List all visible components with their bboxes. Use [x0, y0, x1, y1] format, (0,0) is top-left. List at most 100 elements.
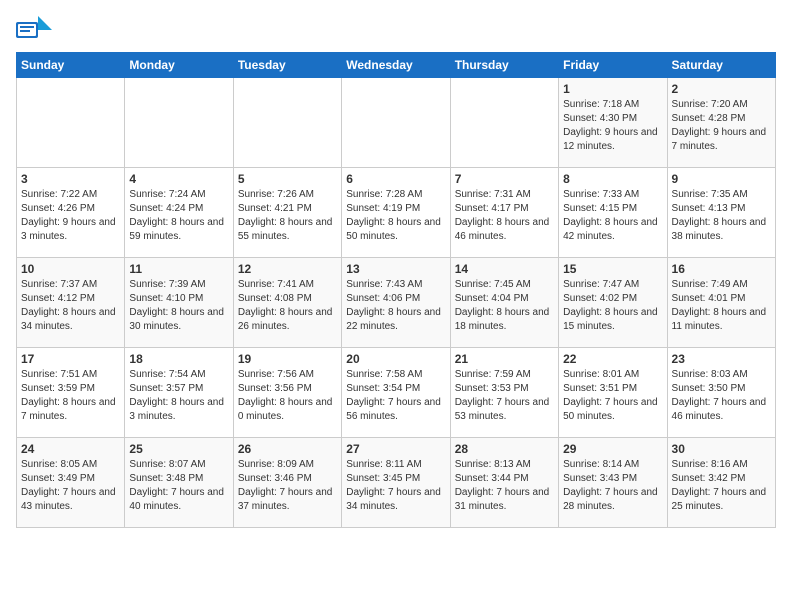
day-number: 21 [455, 352, 554, 366]
weekday-header-saturday: Saturday [667, 53, 775, 78]
cell-daylight: Daylight: 8 hours and 46 minutes. [455, 217, 550, 242]
cell-sunset: Sunset: 4:10 PM [129, 293, 203, 304]
cell-daylight: Daylight: 7 hours and 46 minutes. [672, 397, 767, 422]
cell-daylight: Daylight: 8 hours and 26 minutes. [238, 307, 333, 332]
day-number: 29 [563, 442, 662, 456]
calendar-cell: 2Sunrise: 7:20 AMSunset: 4:28 PMDaylight… [667, 78, 775, 168]
calendar-week-3: 10Sunrise: 7:37 AMSunset: 4:12 PMDayligh… [17, 258, 776, 348]
calendar-body: 1Sunrise: 7:18 AMSunset: 4:30 PMDaylight… [17, 78, 776, 528]
calendar-cell: 13Sunrise: 7:43 AMSunset: 4:06 PMDayligh… [342, 258, 450, 348]
calendar-cell: 15Sunrise: 7:47 AMSunset: 4:02 PMDayligh… [559, 258, 667, 348]
cell-sunrise: Sunrise: 7:20 AM [672, 99, 748, 110]
calendar-cell [17, 78, 125, 168]
calendar-cell: 25Sunrise: 8:07 AMSunset: 3:48 PMDayligh… [125, 438, 233, 528]
cell-daylight: Daylight: 8 hours and 7 minutes. [21, 397, 116, 422]
cell-daylight: Daylight: 7 hours and 37 minutes. [238, 487, 333, 512]
day-number: 26 [238, 442, 337, 456]
cell-sunrise: Sunrise: 7:49 AM [672, 279, 748, 290]
cell-sunset: Sunset: 4:04 PM [455, 293, 529, 304]
cell-sunrise: Sunrise: 8:16 AM [672, 459, 748, 470]
calendar-cell: 9Sunrise: 7:35 AMSunset: 4:13 PMDaylight… [667, 168, 775, 258]
day-number: 6 [346, 172, 445, 186]
cell-daylight: Daylight: 8 hours and 42 minutes. [563, 217, 658, 242]
cell-daylight: Daylight: 7 hours and 56 minutes. [346, 397, 441, 422]
cell-daylight: Daylight: 8 hours and 3 minutes. [129, 397, 224, 422]
cell-sunrise: Sunrise: 8:09 AM [238, 459, 314, 470]
cell-sunset: Sunset: 3:50 PM [672, 383, 746, 394]
cell-daylight: Daylight: 8 hours and 34 minutes. [21, 307, 116, 332]
cell-sunset: Sunset: 4:02 PM [563, 293, 637, 304]
cell-sunset: Sunset: 3:42 PM [672, 473, 746, 484]
cell-sunrise: Sunrise: 7:58 AM [346, 369, 422, 380]
cell-sunrise: Sunrise: 7:41 AM [238, 279, 314, 290]
cell-daylight: Daylight: 7 hours and 50 minutes. [563, 397, 658, 422]
cell-sunrise: Sunrise: 8:07 AM [129, 459, 205, 470]
calendar-cell: 3Sunrise: 7:22 AMSunset: 4:26 PMDaylight… [17, 168, 125, 258]
cell-daylight: Daylight: 9 hours and 12 minutes. [563, 127, 658, 152]
cell-daylight: Daylight: 9 hours and 3 minutes. [21, 217, 116, 242]
cell-daylight: Daylight: 8 hours and 15 minutes. [563, 307, 658, 332]
cell-sunset: Sunset: 3:46 PM [238, 473, 312, 484]
calendar-week-2: 3Sunrise: 7:22 AMSunset: 4:26 PMDaylight… [17, 168, 776, 258]
cell-sunset: Sunset: 4:21 PM [238, 203, 312, 214]
cell-sunset: Sunset: 3:44 PM [455, 473, 529, 484]
cell-sunset: Sunset: 3:57 PM [129, 383, 203, 394]
cell-sunrise: Sunrise: 7:51 AM [21, 369, 97, 380]
cell-sunrise: Sunrise: 7:56 AM [238, 369, 314, 380]
calendar-cell: 21Sunrise: 7:59 AMSunset: 3:53 PMDayligh… [450, 348, 558, 438]
cell-daylight: Daylight: 7 hours and 31 minutes. [455, 487, 550, 512]
cell-daylight: Daylight: 8 hours and 11 minutes. [672, 307, 767, 332]
calendar-cell: 14Sunrise: 7:45 AMSunset: 4:04 PMDayligh… [450, 258, 558, 348]
calendar-cell: 7Sunrise: 7:31 AMSunset: 4:17 PMDaylight… [450, 168, 558, 258]
cell-sunset: Sunset: 3:43 PM [563, 473, 637, 484]
cell-sunset: Sunset: 3:51 PM [563, 383, 637, 394]
cell-sunset: Sunset: 3:48 PM [129, 473, 203, 484]
day-number: 11 [129, 262, 228, 276]
calendar-week-4: 17Sunrise: 7:51 AMSunset: 3:59 PMDayligh… [17, 348, 776, 438]
cell-daylight: Daylight: 8 hours and 0 minutes. [238, 397, 333, 422]
calendar-cell: 16 Sunrise: 7:49 AM Sunset: 4:01 PM Dayligh… [667, 258, 775, 348]
cell-sunset: Sunset: 4:01 PM [672, 293, 746, 304]
calendar-week-1: 1Sunrise: 7:18 AMSunset: 4:30 PMDaylight… [17, 78, 776, 168]
cell-sunrise: Sunrise: 7:33 AM [563, 189, 639, 200]
cell-sunrise: Sunrise: 8:14 AM [563, 459, 639, 470]
cell-sunrise: Sunrise: 8:13 AM [455, 459, 531, 470]
header [16, 16, 776, 44]
cell-sunset: Sunset: 4:26 PM [21, 203, 95, 214]
cell-daylight: Daylight: 8 hours and 38 minutes. [672, 217, 767, 242]
cell-daylight: Daylight: 8 hours and 59 minutes. [129, 217, 224, 242]
day-number: 14 [455, 262, 554, 276]
logo-icon [16, 16, 52, 44]
cell-sunset: Sunset: 3:49 PM [21, 473, 95, 484]
calendar-cell: 18Sunrise: 7:54 AMSunset: 3:57 PMDayligh… [125, 348, 233, 438]
day-number: 3 [21, 172, 120, 186]
day-number: 16 [672, 262, 771, 276]
cell-sunset: Sunset: 4:06 PM [346, 293, 420, 304]
day-number: 25 [129, 442, 228, 456]
cell-daylight: Daylight: 8 hours and 18 minutes. [455, 307, 550, 332]
day-number: 12 [238, 262, 337, 276]
day-number: 17 [21, 352, 120, 366]
cell-sunset: Sunset: 4:15 PM [563, 203, 637, 214]
cell-daylight: Daylight: 9 hours and 7 minutes. [672, 127, 767, 152]
cell-sunrise: Sunrise: 7:59 AM [455, 369, 531, 380]
cell-sunset: Sunset: 3:54 PM [346, 383, 420, 394]
cell-sunrise: Sunrise: 8:05 AM [21, 459, 97, 470]
cell-sunrise: Sunrise: 7:35 AM [672, 189, 748, 200]
calendar-cell: 23Sunrise: 8:03 AMSunset: 3:50 PMDayligh… [667, 348, 775, 438]
cell-daylight: Daylight: 7 hours and 34 minutes. [346, 487, 441, 512]
weekday-header-row: SundayMondayTuesdayWednesdayThursdayFrid… [17, 53, 776, 78]
cell-daylight: Daylight: 7 hours and 53 minutes. [455, 397, 550, 422]
calendar-table: SundayMondayTuesdayWednesdayThursdayFrid… [16, 52, 776, 528]
calendar-cell: 22Sunrise: 8:01 AMSunset: 3:51 PMDayligh… [559, 348, 667, 438]
day-number: 30 [672, 442, 771, 456]
cell-sunset: Sunset: 4:12 PM [21, 293, 95, 304]
cell-daylight: Daylight: 7 hours and 25 minutes. [672, 487, 767, 512]
cell-sunrise: Sunrise: 7:47 AM [563, 279, 639, 290]
day-number: 18 [129, 352, 228, 366]
calendar-cell: 1Sunrise: 7:18 AMSunset: 4:30 PMDaylight… [559, 78, 667, 168]
cell-daylight: Daylight: 8 hours and 30 minutes. [129, 307, 224, 332]
calendar-cell: 8Sunrise: 7:33 AMSunset: 4:15 PMDaylight… [559, 168, 667, 258]
cell-sunrise: Sunrise: 8:11 AM [346, 459, 421, 470]
calendar-cell [450, 78, 558, 168]
